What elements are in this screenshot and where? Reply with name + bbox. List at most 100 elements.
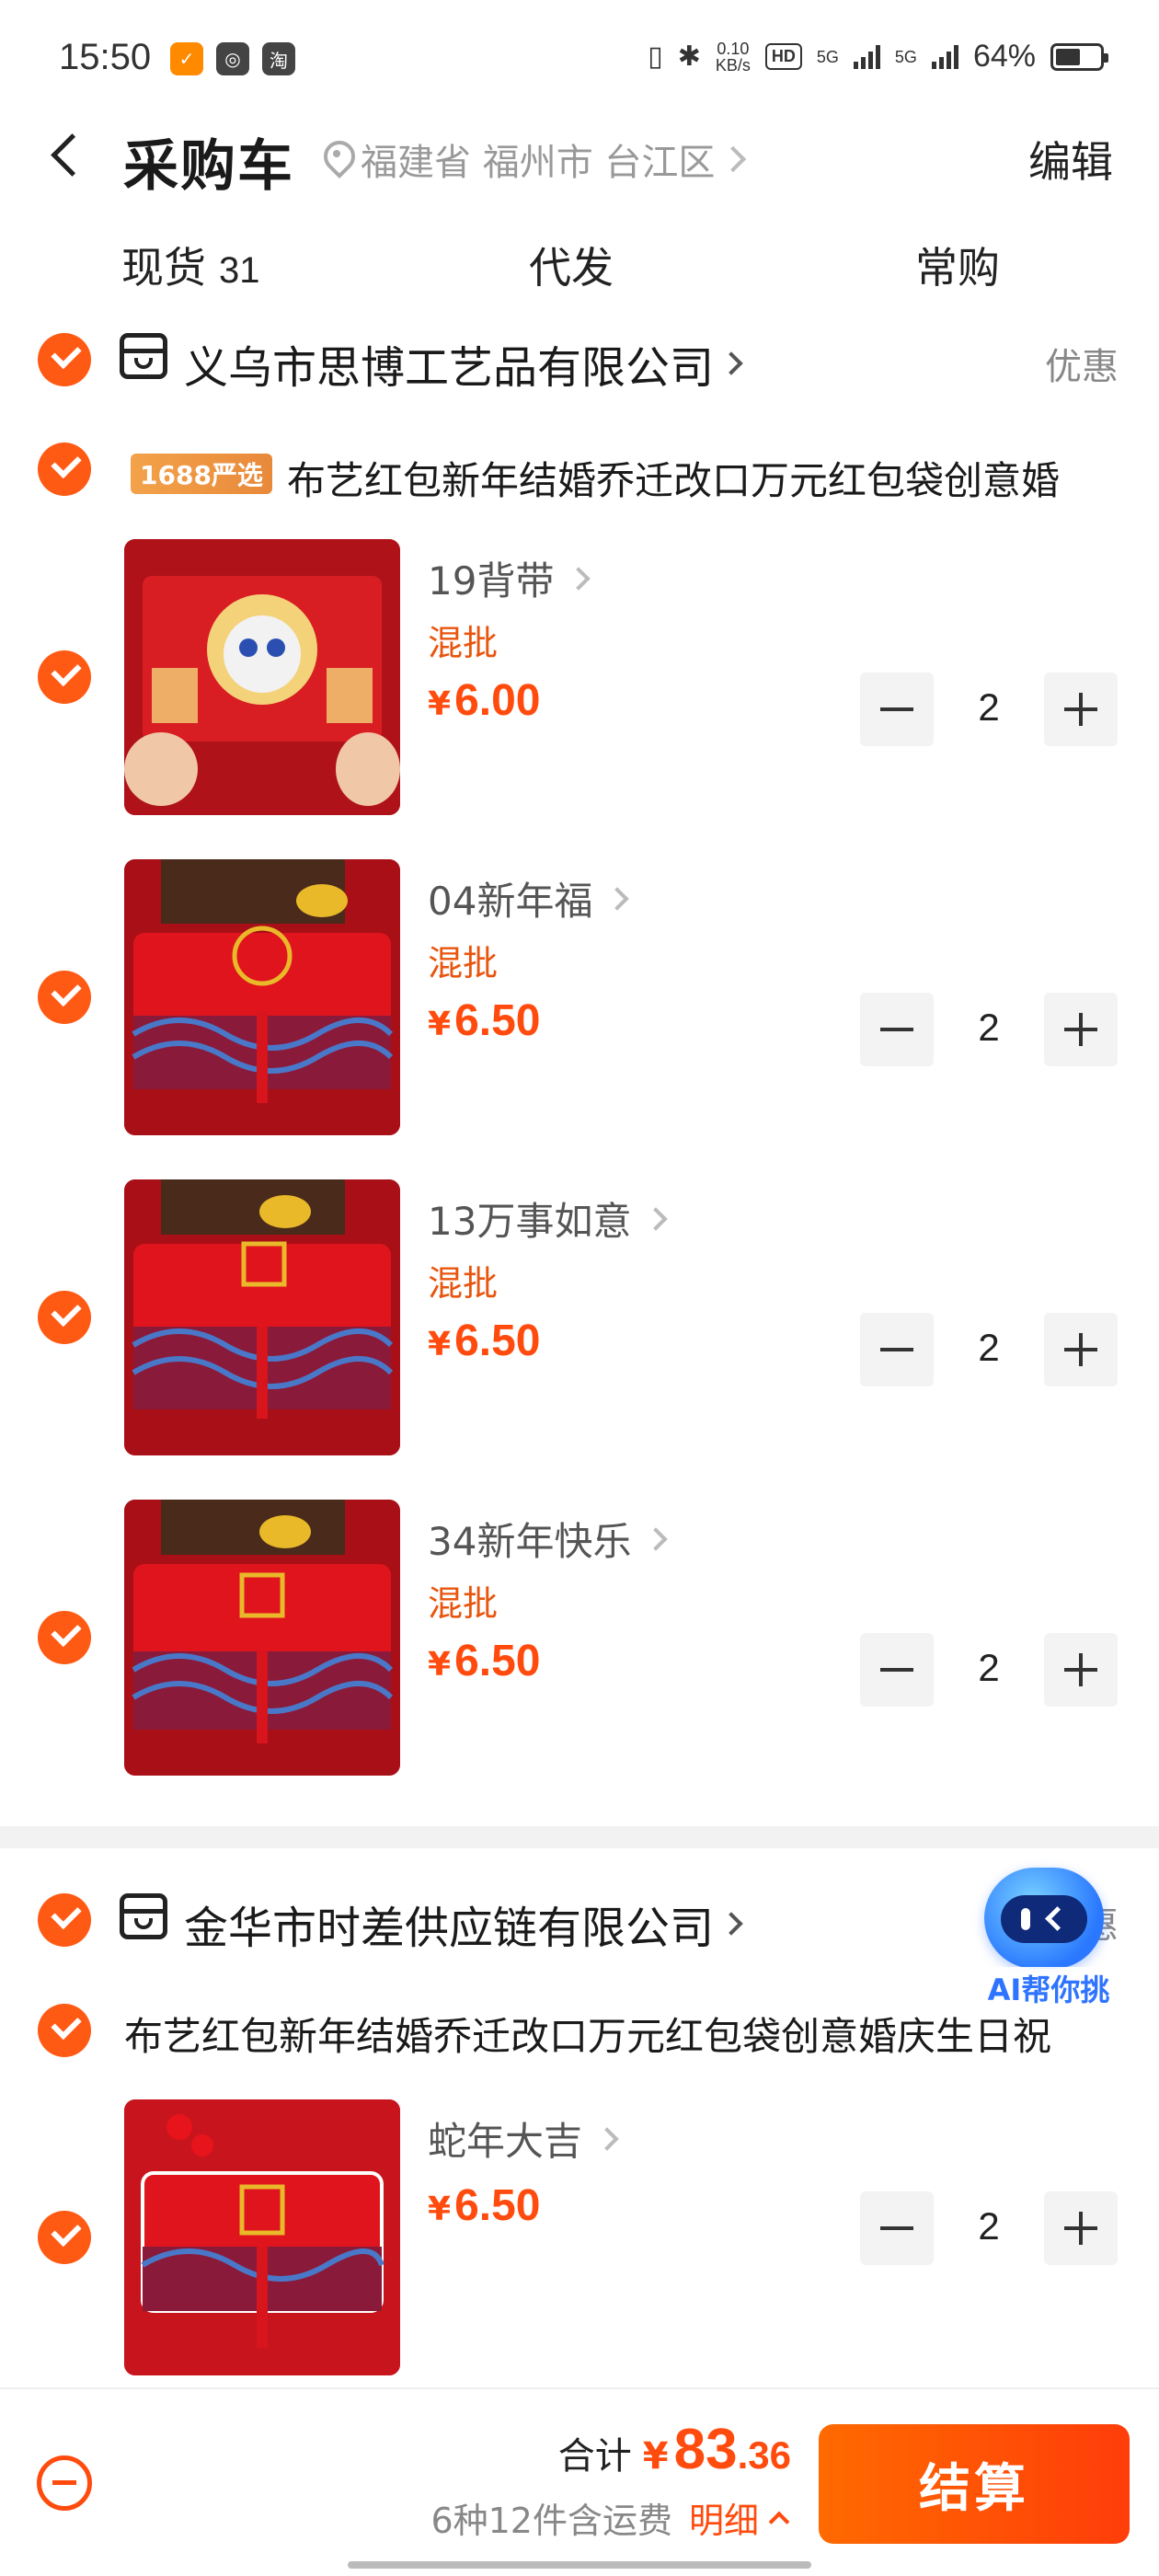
product-thumbnail[interactable]: [124, 859, 400, 1135]
decrease-button[interactable]: [860, 673, 934, 746]
tab-count: 31: [219, 250, 260, 291]
chevron-right-icon: [644, 1526, 669, 1551]
increase-button[interactable]: [1044, 1313, 1118, 1386]
sku-spec-selector[interactable]: 34新年快乐: [428, 1511, 669, 1567]
product-checkbox-checked-icon[interactable]: [38, 443, 91, 496]
quantity-value[interactable]: 2: [934, 685, 1044, 730]
yanxuan-badge: 1688严选: [131, 454, 272, 494]
back-icon[interactable]: [40, 127, 96, 182]
quantity-value[interactable]: 2: [934, 1326, 1044, 1370]
promo-link[interactable]: 优惠: [1045, 337, 1119, 390]
increase-button[interactable]: [1044, 993, 1118, 1066]
store-name: 义乌市思博工艺品有限公司: [184, 342, 715, 394]
sku-checkbox-checked-icon[interactable]: [38, 650, 91, 704]
location-pin-icon: [322, 139, 353, 179]
taobao-icon: 淘: [262, 42, 295, 75]
red-envelope-wanshi-image: [124, 1179, 400, 1455]
signal-1-icon: [853, 44, 880, 69]
page-title: 采购车: [123, 134, 294, 199]
quantity-stepper: 2: [860, 1633, 1118, 1707]
location-text: 福建省 福州市 台江区: [361, 142, 716, 184]
vibrate-icon: ▯: [648, 41, 663, 72]
tab-dropship[interactable]: 代发: [529, 235, 614, 295]
sku-checkbox-checked-icon[interactable]: [38, 971, 91, 1024]
store-header: 义乌市思博工艺品有限公司 优惠: [0, 324, 1159, 397]
status-indicators: ▯ ✱ 0.10 KB/s HD 5G 5G 64%: [648, 39, 1108, 75]
status-time: 15:50: [59, 37, 152, 77]
sku-spec-selector[interactable]: 蛇年大吉: [428, 2110, 619, 2167]
tab-frequent[interactable]: 常购: [915, 235, 1000, 295]
store-checkbox-checked-icon[interactable]: [38, 333, 91, 386]
decrease-button[interactable]: [860, 993, 934, 1066]
sku-price: ¥ 6.50: [428, 2181, 541, 2230]
sku-checkbox-checked-icon[interactable]: [38, 1611, 91, 1664]
sku-name: 蛇年大吉: [428, 2119, 583, 2164]
tab-in-stock[interactable]: 现货 31: [121, 235, 260, 295]
store-checkbox-checked-icon[interactable]: [38, 1893, 91, 1947]
sku-row: 13万事如意 混批 ¥ 6.50 2: [0, 1179, 1159, 1455]
increase-button[interactable]: [1044, 1633, 1118, 1707]
chevron-right-icon: [644, 1206, 669, 1231]
hd-badge: HD: [764, 43, 802, 70]
sku-name: 34新年快乐: [428, 1519, 632, 1564]
mixed-wholesale-tag: 混批: [428, 943, 499, 983]
sku-spec-selector[interactable]: 04新年福: [428, 870, 630, 926]
summary-text: 6种12件含运费: [430, 2501, 672, 2541]
sku-checkbox-checked-icon[interactable]: [38, 1291, 91, 1344]
sku-price: ¥ 6.00: [428, 676, 541, 725]
store-name-link[interactable]: 义乌市思博工艺品有限公司: [184, 331, 743, 396]
quantity-value[interactable]: 2: [934, 1006, 1044, 1050]
chevron-up-icon: [768, 2511, 790, 2532]
quantity-value[interactable]: 2: [934, 2204, 1044, 2248]
battery-percent: 64%: [972, 39, 1036, 74]
product-thumbnail[interactable]: [124, 1500, 400, 1776]
store-icon: [120, 333, 167, 379]
detail-button[interactable]: 明细: [689, 2492, 790, 2543]
chevron-right-icon: [595, 2126, 619, 2151]
red-envelope-fu-image: [124, 859, 400, 1135]
product-checkbox-checked-icon[interactable]: [38, 2004, 91, 2057]
store-name: 金华市时差供应链有限公司: [184, 1903, 715, 1954]
mixed-wholesale-tag: 混批: [428, 1583, 499, 1624]
battery-icon: [1050, 42, 1108, 71]
sku-checkbox-checked-icon[interactable]: [38, 2211, 91, 2264]
increase-button[interactable]: [1044, 2191, 1118, 2265]
edit-button[interactable]: 编辑: [1028, 129, 1113, 190]
red-envelope-lion-image: [124, 539, 400, 815]
sku-spec-selector[interactable]: 19背带: [428, 550, 591, 606]
section-divider: [0, 1826, 1159, 1848]
tab-label: 代发: [529, 243, 614, 293]
network-speed: 0.10 KB/s: [715, 39, 751, 75]
sku-spec-selector[interactable]: 13万事如意: [428, 1190, 669, 1247]
chevron-right-icon: [719, 351, 743, 375]
ai-helper-button[interactable]: AI帮你挑: [966, 1868, 1131, 2024]
minus-circle-icon[interactable]: [37, 2455, 92, 2511]
cart-tabs: 现货 31 代发 常购: [0, 235, 1159, 308]
ai-robot-icon: [984, 1868, 1104, 1969]
status-app-icons: ✓ ◎ 淘: [170, 42, 295, 75]
red-envelope-xinnian-image: [124, 1500, 400, 1776]
red-envelope-shenian-image: [124, 2099, 400, 2375]
mixed-wholesale-tag: 混批: [428, 623, 499, 663]
product-thumbnail[interactable]: [124, 2099, 400, 2375]
checkout-bar: 合计 ¥ 83 .36 6种12件含运费 明细 结算: [0, 2387, 1159, 2576]
location-selector[interactable]: 福建省 福州市 台江区: [322, 132, 747, 186]
decrease-button[interactable]: [860, 1313, 934, 1386]
product-thumbnail[interactable]: [124, 539, 400, 815]
quantity-stepper: 2: [860, 1313, 1118, 1386]
store-name-link[interactable]: 金华市时差供应链有限公司: [184, 1892, 743, 1956]
checkout-button[interactable]: 结算: [819, 2424, 1130, 2544]
mixed-wholesale-tag: 混批: [428, 1263, 499, 1304]
product-title-row: 1688严选 布艺红包新年结婚乔迁改口万元红包袋创意婚: [0, 439, 1159, 512]
increase-button[interactable]: [1044, 673, 1118, 746]
sku-row: 34新年快乐 混批 ¥ 6.50 2: [0, 1500, 1159, 1776]
decrease-button[interactable]: [860, 2191, 934, 2265]
product-thumbnail[interactable]: [124, 1179, 400, 1455]
product-title[interactable]: 布艺红包新年结婚乔迁改口万元红包袋创意婚: [287, 450, 1124, 506]
signal-1-label: 5G: [816, 47, 839, 66]
wechat-icon: ◎: [216, 42, 249, 75]
notification-app-icon: ✓: [170, 42, 203, 75]
decrease-button[interactable]: [860, 1633, 934, 1707]
quantity-stepper: 2: [860, 673, 1118, 746]
quantity-value[interactable]: 2: [934, 1646, 1044, 1690]
